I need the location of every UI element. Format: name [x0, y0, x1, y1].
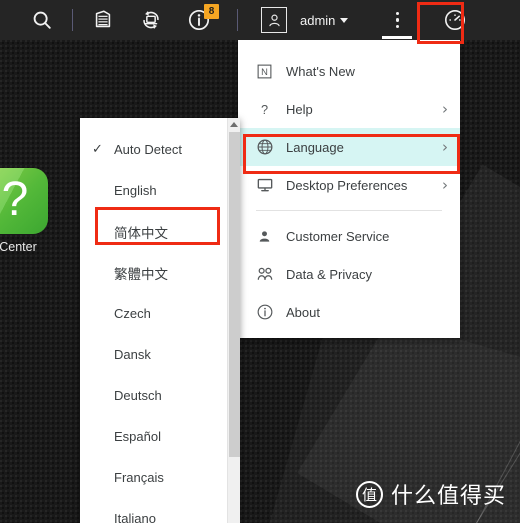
resource-monitor-button[interactable]	[127, 0, 175, 40]
person-glyph	[268, 14, 280, 26]
language-option-label: 繁體中文	[114, 266, 168, 282]
menu-item-about[interactable]: About	[238, 293, 460, 331]
monitor-icon	[256, 176, 286, 194]
user-menu-button[interactable]: admin	[300, 12, 349, 28]
desktop-screen: ? Center 8 admin N What's New ? Help › L…	[0, 0, 520, 523]
user-icon	[261, 7, 287, 33]
gauge-icon	[445, 10, 466, 30]
language-option-label: English	[114, 183, 157, 198]
menu-item-customer-service[interactable]: Customer Service	[238, 217, 460, 255]
menu-item-label: Customer Service	[286, 228, 390, 244]
package-center-button[interactable]	[79, 0, 127, 40]
language-option-label: Italiano	[114, 511, 156, 523]
language-option-label: Deutsch	[114, 388, 162, 403]
person-icon	[256, 228, 286, 245]
person-glyph	[259, 230, 270, 242]
menu-item-label: About	[286, 304, 320, 320]
resource-monitor-icon	[143, 10, 159, 30]
watermark: 值 什么值得买	[355, 478, 506, 510]
language-option-deutsch[interactable]: Deutsch	[80, 375, 227, 416]
language-submenu: ✓ Auto Detect English 简体中文 繁體中文 Czech Da…	[80, 118, 240, 523]
people-icon	[256, 265, 286, 283]
submenu-scrollbar[interactable]	[227, 118, 240, 523]
globe-glyph	[257, 139, 273, 155]
language-option-simplified-chinese[interactable]: 简体中文	[80, 211, 227, 252]
monitor-glyph	[257, 178, 273, 192]
top-taskbar: 8 admin	[0, 0, 520, 40]
notifications-button[interactable]: 8	[175, 0, 223, 40]
menu-item-label: Help	[286, 101, 313, 117]
options-dropdown-menu: N What's New ? Help › Language › Desktop…	[238, 40, 460, 338]
search-button[interactable]	[18, 0, 66, 40]
scroll-up-button[interactable]	[228, 118, 240, 131]
user-name-label: admin	[300, 12, 336, 28]
dot-glyph	[395, 24, 400, 29]
language-option-label: Dansk	[114, 347, 151, 362]
menu-item-whats-new[interactable]: N What's New	[238, 52, 460, 90]
help-icon: ?	[256, 101, 286, 118]
check-icon: ✓	[92, 142, 103, 157]
dot-glyph	[395, 18, 400, 22]
globe-icon	[256, 138, 286, 156]
chevron-right-icon: ›	[442, 99, 448, 118]
question-mark-glyph: ?	[261, 101, 268, 116]
watermark-logo: 值	[355, 480, 383, 508]
taskbar-divider	[72, 9, 73, 31]
chevron-right-icon: ›	[442, 137, 448, 156]
scrollbar-thumb[interactable]	[229, 132, 240, 457]
svg-text:N: N	[261, 67, 268, 77]
menu-item-data-privacy[interactable]: Data & Privacy	[238, 255, 460, 293]
language-option-traditional-chinese[interactable]: 繁體中文	[80, 252, 227, 293]
language-option-auto-detect[interactable]: ✓ Auto Detect	[80, 129, 227, 170]
language-option-label: Czech	[114, 306, 151, 321]
dot-glyph	[395, 11, 400, 16]
chevron-right-icon: ›	[442, 175, 448, 194]
language-list: ✓ Auto Detect English 简体中文 繁體中文 Czech Da…	[80, 118, 227, 523]
menu-item-label: Language	[286, 139, 344, 155]
language-option-dansk[interactable]: Dansk	[80, 334, 227, 375]
language-option-italiano[interactable]: Italiano	[80, 498, 227, 523]
info-icon	[256, 303, 286, 321]
question-mark-glyph: ?	[1, 173, 29, 226]
user-button[interactable]	[250, 0, 298, 40]
active-indicator	[382, 36, 413, 39]
whats-new-glyph: N	[257, 64, 272, 78]
whats-new-icon: N	[256, 63, 286, 80]
language-option-label: Español	[114, 429, 161, 444]
help-center-icon: ?	[0, 168, 48, 234]
language-option-english[interactable]: English	[80, 170, 227, 211]
desktop-icon-help-center[interactable]: ? Center	[0, 168, 54, 254]
language-option-czech[interactable]: Czech	[80, 293, 227, 334]
language-option-francais[interactable]: Français	[80, 457, 227, 498]
options-button[interactable]	[373, 0, 421, 40]
menu-item-desktop-preferences[interactable]: Desktop Preferences ›	[238, 166, 460, 204]
chevron-up-icon	[230, 122, 238, 127]
info-glyph	[257, 304, 273, 320]
menu-item-language[interactable]: Language ›	[238, 128, 460, 166]
desktop-icon-label: Center	[0, 240, 37, 254]
taskbar-divider	[237, 9, 238, 31]
menu-item-label: What's New	[286, 63, 355, 79]
package-center-icon	[95, 10, 111, 28]
menu-item-help[interactable]: ? Help ›	[238, 90, 460, 128]
notification-badge: 8	[204, 4, 219, 19]
menu-item-label: Data & Privacy	[286, 266, 372, 282]
menu-item-label: Desktop Preferences	[286, 177, 408, 193]
svg-text:?: ?	[261, 101, 268, 116]
language-option-label: Français	[114, 470, 164, 485]
search-icon	[33, 11, 51, 29]
menu-top-pad	[238, 40, 460, 52]
widgets-button[interactable]	[431, 0, 479, 40]
language-option-label: Auto Detect	[114, 142, 182, 157]
language-option-label: 简体中文	[114, 225, 168, 241]
menu-divider	[256, 210, 442, 211]
language-option-espanol[interactable]: Español	[80, 416, 227, 457]
watermark-text: 什么值得买	[390, 484, 506, 509]
people-glyph	[257, 267, 273, 280]
chevron-down-icon	[340, 17, 349, 23]
